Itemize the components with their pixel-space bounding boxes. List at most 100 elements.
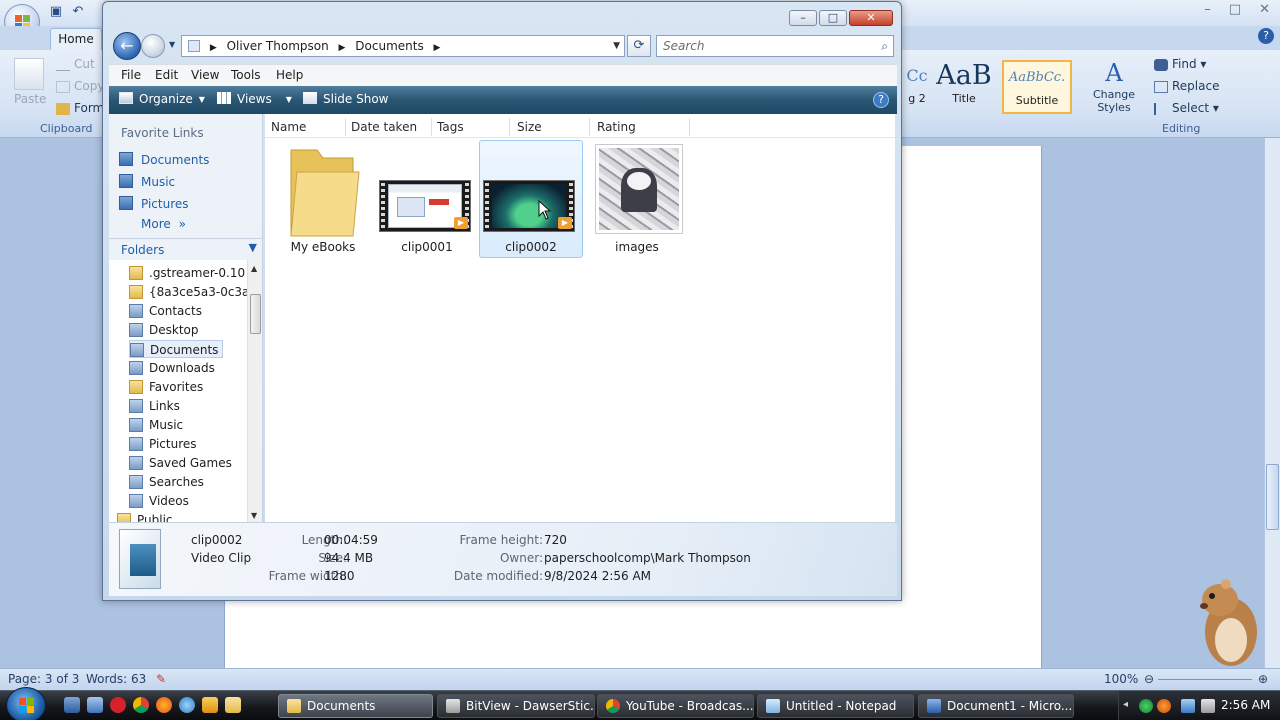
task-bitview[interactable]: BitView - DawserStic... (437, 694, 595, 718)
hamster-assistant[interactable] (1198, 570, 1264, 670)
paste-button[interactable] (14, 58, 44, 90)
close-button[interactable]: ✕ (849, 10, 893, 26)
style-subtitle[interactable]: AaBbCc. Subtitle (1002, 60, 1072, 114)
breadcrumb-documents[interactable]: Documents (355, 39, 423, 53)
zoom-level[interactable]: 100% (1104, 672, 1138, 686)
file-item-folder[interactable]: My eBooks (271, 140, 375, 258)
search-icon[interactable]: ⌕ (881, 36, 888, 56)
favorite-music[interactable]: Music (119, 174, 175, 189)
menu-edit[interactable]: Edit (155, 68, 178, 82)
breadcrumb-separator-icon[interactable]: ▶ (434, 43, 441, 53)
folder-icon[interactable] (225, 697, 241, 713)
tree-item[interactable]: Music (129, 416, 187, 434)
tree-item[interactable]: Contacts (129, 302, 206, 320)
tree-item[interactable]: Downloads (129, 359, 219, 377)
tree-scrollbar[interactable]: ▲ ▼ (247, 260, 262, 522)
tray-app-icon[interactable] (1139, 699, 1153, 713)
breadcrumb-user[interactable]: Oliver Thompson (227, 39, 329, 53)
column-date-taken[interactable]: Date taken (351, 120, 417, 134)
restore-icon[interactable]: □ (1229, 2, 1241, 17)
zoom-out-icon[interactable]: ⊖ (1144, 672, 1154, 686)
start-button[interactable] (6, 687, 46, 720)
style-title[interactable]: AaB Title (932, 60, 996, 114)
tree-item-selected[interactable]: Documents (129, 340, 224, 358)
minimize-icon[interactable]: – (1204, 2, 1211, 17)
firefox-icon[interactable] (156, 697, 172, 713)
tree-item[interactable]: Searches (129, 473, 208, 491)
column-divider[interactable] (689, 118, 690, 136)
undo-icon[interactable]: ↶ (70, 4, 86, 20)
menu-view[interactable]: View (191, 68, 219, 82)
media-player-icon[interactable] (202, 697, 218, 713)
column-tags[interactable]: Tags (437, 120, 464, 134)
forward-button[interactable] (141, 34, 165, 58)
change-styles-button[interactable]: A Change Styles (1092, 58, 1136, 114)
cut-button[interactable]: Cut (56, 57, 95, 71)
scroll-thumb[interactable] (250, 294, 261, 334)
breadcrumb-separator-icon[interactable]: ▶ (339, 43, 346, 53)
maximize-button[interactable]: □ (819, 10, 847, 26)
proofing-icon[interactable]: ✎ (156, 672, 166, 686)
help-icon[interactable]: ? (1258, 28, 1274, 44)
search-input[interactable]: Search ⌕ (656, 35, 894, 57)
save-icon[interactable]: ▣ (48, 4, 64, 20)
document-scrollbar[interactable] (1264, 138, 1280, 668)
tree-item[interactable]: Favorites (129, 378, 207, 396)
style-heading2[interactable]: Cc g 2 (900, 60, 934, 114)
back-button[interactable]: ← (113, 32, 141, 60)
file-item-image[interactable]: images (585, 140, 689, 258)
replace-button[interactable]: Replace (1154, 79, 1219, 93)
column-divider[interactable] (345, 118, 346, 136)
tree-item[interactable]: {8a3ce5a3-0c3a-4l (129, 283, 247, 301)
chevron-left-icon[interactable]: ◂ (1123, 699, 1137, 713)
refresh-button[interactable]: ⟳ (627, 35, 651, 57)
scroll-thumb[interactable] (1266, 464, 1279, 530)
task-documents[interactable]: Documents (278, 694, 433, 718)
column-divider[interactable] (431, 118, 432, 136)
column-size[interactable]: Size (517, 120, 542, 134)
help-icon[interactable]: ? (873, 92, 889, 108)
organize-button[interactable]: Organize ▼ (119, 92, 205, 106)
address-bar[interactable]: ▶ Oliver Thompson ▶ Documents ▶ ▼ (181, 35, 625, 57)
views-button[interactable]: Views ▼ (217, 92, 292, 106)
task-word[interactable]: Document1 - Micro... (918, 694, 1074, 718)
select-button[interactable]: Select ▾ (1154, 101, 1219, 115)
breadcrumb-separator-icon[interactable]: ▶ (210, 43, 217, 53)
zoom-in-icon[interactable]: ⊕ (1258, 672, 1268, 686)
menu-file[interactable]: File (121, 68, 141, 82)
folders-header[interactable]: Folders ▼ (109, 238, 262, 260)
task-notepad[interactable]: Untitled - Notepad (757, 694, 914, 718)
tree-item[interactable]: Pictures (129, 435, 201, 453)
tree-item[interactable]: Links (129, 397, 184, 415)
tree-item[interactable]: .gstreamer-0.10 (129, 264, 247, 282)
network-icon[interactable] (1181, 699, 1195, 713)
internet-explorer-icon[interactable] (179, 697, 195, 713)
task-youtube[interactable]: YouTube - Broadcas... (597, 694, 754, 718)
volume-icon[interactable] (1201, 699, 1215, 713)
clock[interactable]: 2:56 AM (1221, 698, 1270, 712)
column-divider[interactable] (509, 118, 510, 136)
switch-windows-icon[interactable] (87, 697, 103, 713)
favorite-documents[interactable]: Documents (119, 152, 209, 167)
zoom-slider[interactable] (1158, 679, 1252, 680)
page-count[interactable]: Page: 3 of 3 (8, 672, 79, 686)
minimize-button[interactable]: – (789, 10, 817, 26)
scroll-up-icon[interactable]: ▲ (251, 264, 257, 273)
history-dropdown-icon[interactable]: ▼ (169, 40, 175, 49)
tray-app-icon[interactable] (1157, 699, 1171, 713)
tree-item[interactable]: Desktop (129, 321, 203, 339)
column-divider[interactable] (589, 118, 590, 136)
tab-home[interactable]: Home (50, 28, 102, 50)
chrome-icon[interactable] (133, 697, 149, 713)
tree-item[interactable]: Public (117, 511, 177, 522)
menu-tools[interactable]: Tools (231, 68, 261, 82)
tree-item[interactable]: Saved Games (129, 454, 236, 472)
show-desktop-icon[interactable] (64, 697, 80, 713)
opera-icon[interactable] (110, 697, 126, 713)
copy-button[interactable]: Copy (56, 79, 104, 93)
word-count[interactable]: Words: 63 (86, 672, 146, 686)
tree-item[interactable]: Videos (129, 492, 193, 510)
scroll-down-icon[interactable]: ▼ (251, 511, 257, 520)
slideshow-button[interactable]: Slide Show (303, 92, 388, 106)
menu-help[interactable]: Help (276, 68, 303, 82)
